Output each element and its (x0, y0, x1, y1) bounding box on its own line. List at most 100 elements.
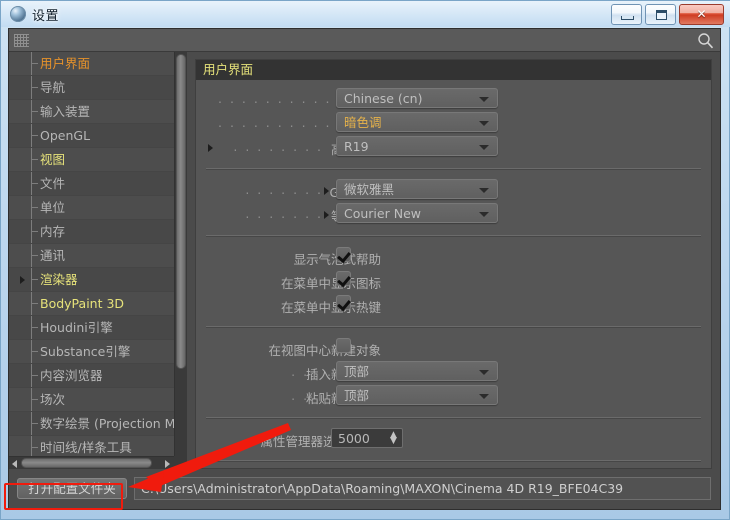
settings-window: 设置 ✕ 用户界面 导航 输入装置 OpenGL 视图 文件 单位 内存 通讯 … (0, 0, 730, 520)
sidebar-item-label: 时间线/样条工具 (40, 440, 132, 455)
drag-grip-icon[interactable] (14, 34, 29, 47)
scrollbar-thumb[interactable] (176, 54, 186, 370)
sidebar-item-5[interactable]: 视图 (9, 148, 174, 172)
section-divider (206, 460, 701, 461)
sidebar-item-6[interactable]: 文件 (9, 172, 174, 196)
setting-checkbox[interactable] (336, 338, 351, 353)
sidebar-item-10[interactable]: 渲染器 (9, 268, 174, 292)
tree-branch (31, 423, 38, 424)
settings-group-2: GUI 字体. . . . . . .微软雅黑等宽字体. . . . . . .… (196, 171, 711, 233)
setting-dropdown[interactable]: 微软雅黑 (336, 179, 498, 199)
dropdown-value: Chinese (cn) (344, 91, 423, 106)
tree-branch (31, 351, 38, 352)
chevron-down-icon[interactable] (479, 370, 489, 375)
sub-expand-arrow-icon[interactable] (208, 144, 213, 152)
settings-row: 界面. . . . . . . . . . .暗色调 (196, 111, 711, 135)
tree-branch (31, 399, 38, 400)
settings-row: 粘贴新对象于. . . .顶部 (196, 384, 711, 408)
dot-leader: . (327, 297, 333, 312)
sub-expand-arrow-icon[interactable] (324, 211, 329, 219)
setting-dropdown[interactable]: R19 (336, 136, 498, 156)
dot-leader: . . . . . . . . (233, 139, 323, 154)
stepper-icon[interactable]: ▲ ▼ (390, 431, 397, 446)
sidebar-item-label: Substance引擎 (40, 344, 131, 359)
minimize-button[interactable] (611, 4, 642, 25)
setting-dropdown[interactable]: 暗色调 (336, 112, 498, 132)
sidebar-item-8[interactable]: 内存 (9, 220, 174, 244)
setting-checkbox[interactable] (336, 271, 351, 286)
number-value: 5000 (338, 431, 370, 446)
tree-branch (31, 207, 38, 208)
sidebar-item-label: 内容浏览器 (40, 368, 103, 383)
chevron-down-icon[interactable] (479, 212, 489, 217)
sidebar-item-13[interactable]: Substance引擎 (9, 340, 174, 364)
title-bar[interactable]: 设置 ✕ (1, 1, 730, 27)
sidebar-item-17[interactable]: 时间线/样条工具 (9, 436, 174, 456)
dot-leader: . . . . . . . . . . . (218, 115, 333, 130)
setting-checkbox[interactable] (336, 295, 351, 310)
setting-dropdown[interactable]: 顶部 (336, 385, 498, 405)
tree-horizontal-scrollbar[interactable] (9, 456, 174, 469)
expand-arrow-icon[interactable] (20, 276, 25, 284)
tree-branch (31, 159, 38, 160)
sidebar-item-label: 通讯 (40, 248, 66, 263)
sidebar-item-label: 单位 (40, 200, 66, 215)
dropdown-value: R19 (344, 139, 369, 154)
tree-branch (31, 255, 38, 256)
sidebar-item-11[interactable]: BodyPaint 3D (9, 292, 174, 316)
dropdown-value: 顶部 (344, 388, 370, 403)
dot-leader: . . . . . . . . . . . (218, 91, 333, 106)
settings-row: 属性管理器选择限制 5000 ▲ ▼ (196, 427, 711, 451)
sidebar-item-label: 用户界面 (40, 56, 91, 71)
chevron-down-icon[interactable] (479, 145, 489, 150)
section-divider (206, 168, 701, 169)
dot-leader: . . . . . . . (245, 182, 323, 197)
section-divider (206, 235, 701, 236)
tree-branch (31, 279, 38, 280)
maximize-button[interactable] (645, 4, 676, 25)
setting-checkbox[interactable] (336, 247, 351, 262)
sub-expand-arrow-icon[interactable] (324, 187, 329, 195)
tree-line (31, 436, 32, 456)
sidebar-item-9[interactable]: 通讯 (9, 244, 174, 268)
window-frame: 设置 ✕ 用户界面 导航 输入装置 OpenGL 视图 文件 单位 内存 通讯 … (0, 0, 730, 520)
sidebar-item-3[interactable]: 输入装置 (9, 100, 174, 124)
settings-content: 用户界面 语言. . . . . . . . . . .Chinese (cn)… (195, 59, 712, 469)
window-controls: ✕ (611, 4, 724, 25)
sidebar-item-15[interactable]: 场次 (9, 388, 174, 412)
tree-vertical-scrollbar[interactable] (174, 52, 187, 456)
sidebar-item-7[interactable]: 单位 (9, 196, 174, 220)
chevron-down-icon[interactable] (479, 121, 489, 126)
setting-number-field[interactable]: 5000 ▲ ▼ (331, 428, 403, 448)
sidebar-item-14[interactable]: 内容浏览器 (9, 364, 174, 388)
sidebar-item-4[interactable]: OpenGL (9, 124, 174, 148)
chevron-down-icon[interactable] (479, 97, 489, 102)
dot-leader: . (327, 273, 333, 288)
scroll-left-icon[interactable] (12, 460, 17, 468)
chevron-down-icon[interactable] (479, 188, 489, 193)
scrollbar-thumb[interactable] (21, 458, 152, 468)
sidebar-item-2[interactable]: 导航 (9, 76, 174, 100)
sidebar-item-12[interactable]: Houdini引擎 (9, 316, 174, 340)
tree-branch (31, 111, 38, 112)
setting-dropdown[interactable]: Courier New (336, 203, 498, 223)
chevron-down-icon[interactable] (479, 394, 489, 399)
setting-dropdown[interactable]: Chinese (cn) (336, 88, 498, 108)
setting-label: 在视图中心新建对象 (268, 343, 381, 358)
settings-row: GUI 字体. . . . . . .微软雅黑 (196, 178, 711, 202)
minimize-icon (621, 16, 634, 20)
sidebar-item-label: BodyPaint 3D (40, 296, 125, 311)
tree-branch (31, 447, 38, 448)
sidebar-item-1[interactable]: 用户界面 (9, 52, 174, 76)
search-icon[interactable] (697, 32, 714, 49)
dropdown-value: Courier New (344, 206, 421, 221)
sidebar-item-label: 场次 (40, 392, 66, 407)
config-path-field[interactable]: C:\Users\Administrator\AppData\Roaming\M… (134, 477, 711, 500)
dot-leader: . . . (303, 249, 333, 264)
tree-branch (31, 327, 38, 328)
content-section-title: 用户界面 (196, 60, 711, 80)
close-button[interactable]: ✕ (679, 4, 724, 25)
sidebar-item-16[interactable]: 数字绘景 (Projection Man) (9, 412, 174, 436)
scroll-right-icon[interactable] (165, 460, 170, 468)
setting-dropdown[interactable]: 顶部 (336, 361, 498, 381)
